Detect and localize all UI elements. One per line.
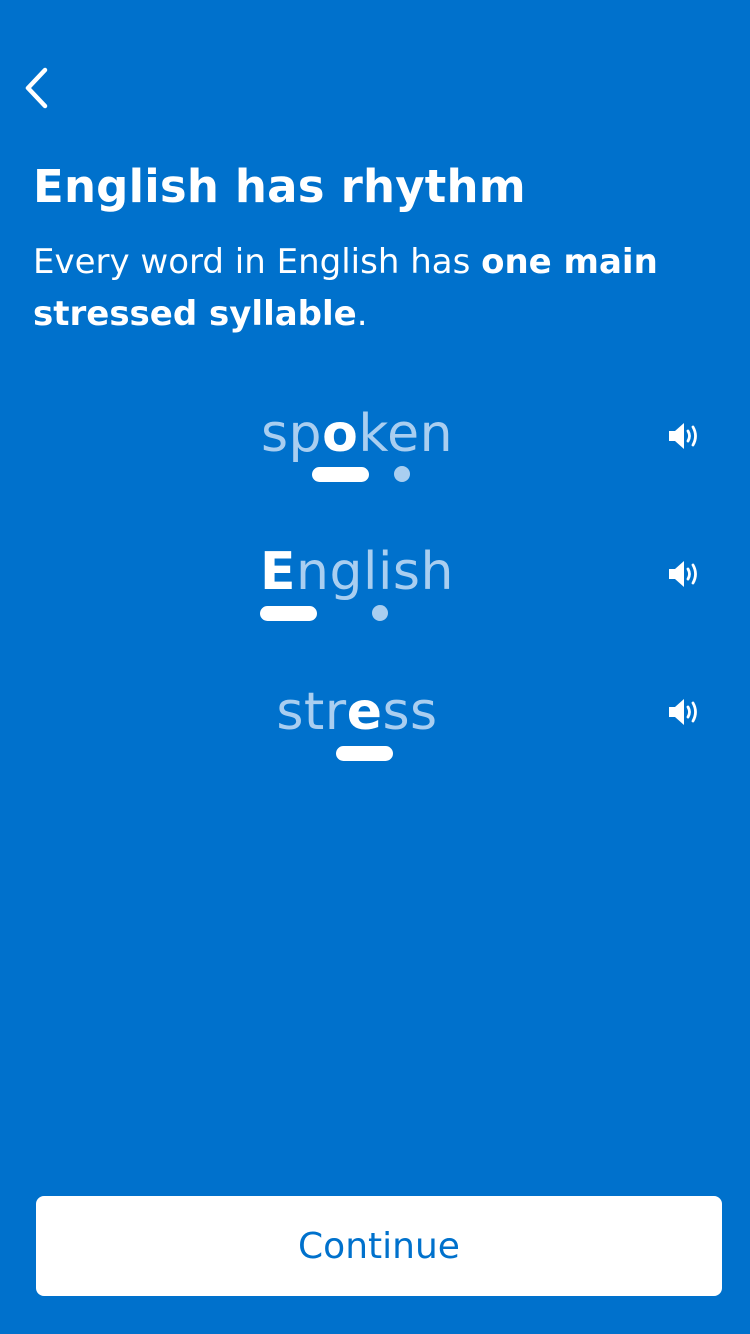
stressed-syllable-marker bbox=[260, 606, 317, 621]
play-audio-button-stress[interactable] bbox=[660, 692, 708, 732]
word-spoken: spoken bbox=[0, 402, 714, 466]
word-row-stress: stress bbox=[0, 680, 750, 780]
back-button[interactable] bbox=[14, 60, 58, 116]
play-audio-button-english[interactable] bbox=[660, 554, 708, 594]
word-stress: stress bbox=[0, 680, 714, 744]
syllable-segment: nglish bbox=[296, 542, 454, 602]
stressed-syllable-marker bbox=[336, 746, 393, 761]
syllable-segment: ss bbox=[382, 682, 438, 742]
intro-text: Every word in English has one main stres… bbox=[33, 236, 723, 340]
syllable-segment: str bbox=[276, 682, 347, 742]
word-english: English bbox=[0, 540, 714, 604]
stressed-syllable-marker bbox=[312, 467, 369, 482]
intro-text-start: Every word in English has bbox=[33, 242, 482, 282]
speaker-icon bbox=[669, 699, 697, 725]
page-title: English has rhythm bbox=[33, 160, 526, 213]
unstressed-syllable-marker bbox=[372, 605, 388, 621]
continue-button[interactable]: Continue bbox=[36, 1196, 722, 1296]
chevron-left-icon bbox=[25, 67, 48, 109]
play-audio-button-spoken[interactable] bbox=[660, 416, 708, 456]
stressed-vowel: e bbox=[346, 682, 383, 742]
stressed-vowel: o bbox=[322, 404, 359, 464]
word-row-english: English bbox=[0, 540, 750, 640]
syllable-segment: sp bbox=[260, 404, 323, 464]
word-row-spoken: spoken bbox=[0, 402, 750, 502]
stressed-vowel: E bbox=[260, 542, 297, 602]
speaker-icon bbox=[669, 423, 697, 449]
unstressed-syllable-marker bbox=[394, 466, 410, 482]
intro-text-end: . bbox=[356, 294, 368, 334]
syllable-segment: ken bbox=[358, 404, 454, 464]
speaker-icon bbox=[669, 561, 697, 587]
